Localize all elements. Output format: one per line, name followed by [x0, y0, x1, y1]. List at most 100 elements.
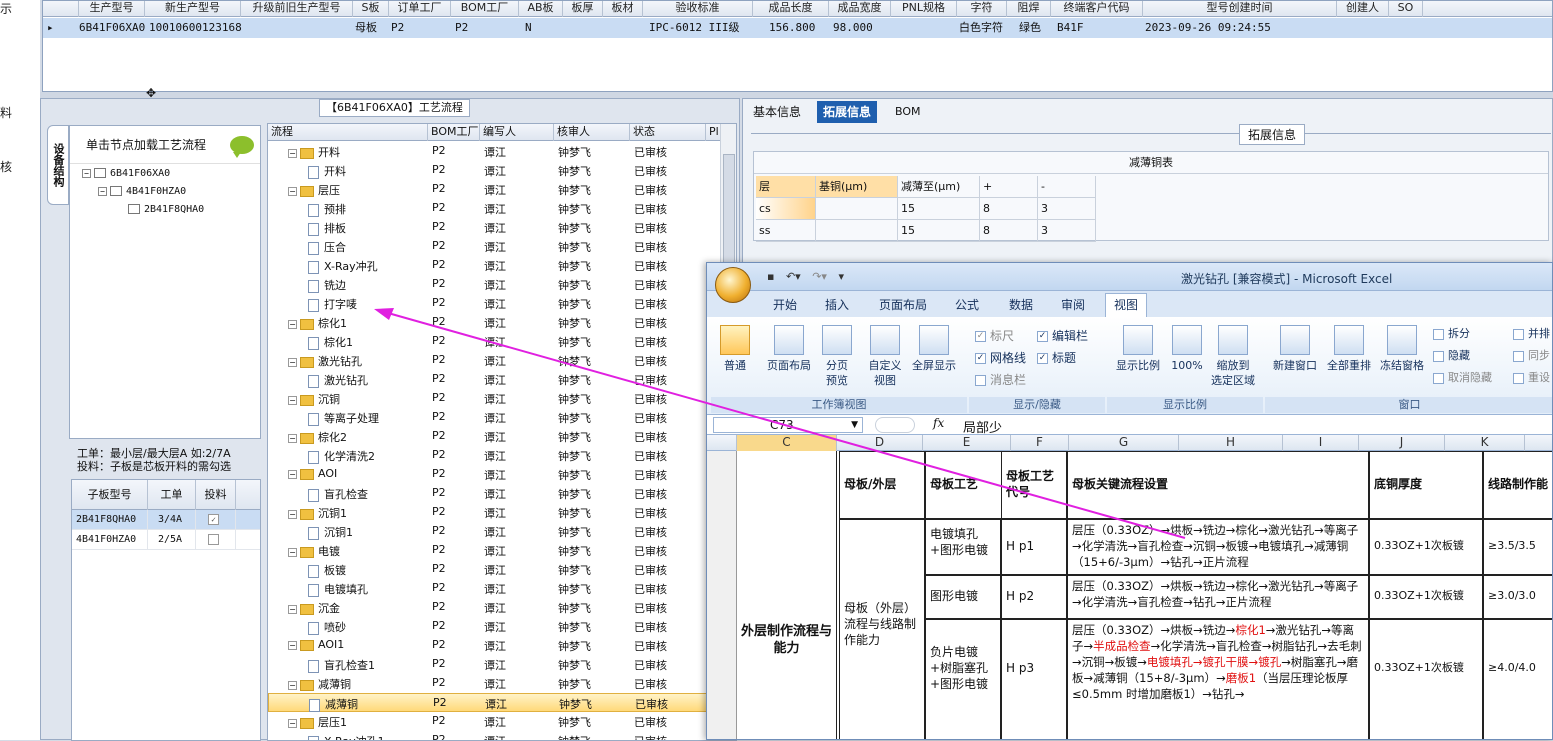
process-row[interactable]: 等离子处理P2谭江钟梦飞已审核: [268, 408, 718, 427]
process-name[interactable]: −激光钻孔: [288, 353, 362, 369]
col-header[interactable]: 投料: [196, 480, 236, 510]
status-cell[interactable]: 已审核: [634, 372, 667, 388]
col-header[interactable]: 板材: [603, 1, 643, 17]
status-cell[interactable]: 已审核: [634, 391, 667, 407]
col-header[interactable]: SO: [1389, 1, 1423, 17]
collapse-icon[interactable]: −: [288, 548, 297, 557]
writer-cell[interactable]: 谭江: [484, 505, 506, 521]
col-j[interactable]: J: [1359, 435, 1445, 451]
col-header[interactable]: PNL规格: [891, 1, 957, 17]
writer-cell[interactable]: 谭江: [484, 581, 506, 597]
writer-cell[interactable]: 谭江: [484, 543, 506, 559]
col-header[interactable]: 工单: [148, 480, 196, 510]
col-header[interactable]: 成品宽度: [829, 1, 891, 17]
col-header[interactable]: 订单工厂: [389, 1, 451, 17]
formula-bar-checkbox[interactable]: ✓编辑栏: [1037, 327, 1088, 344]
status-cell[interactable]: 已审核: [634, 486, 667, 502]
col-d[interactable]: D: [837, 435, 923, 451]
feed-checkbox[interactable]: [208, 534, 219, 545]
collapse-icon[interactable]: −: [288, 641, 297, 650]
col-header[interactable]: 终端客户代码: [1051, 1, 1143, 17]
reduction-cell[interactable]: ss: [756, 220, 816, 242]
writer-cell[interactable]: 谭江: [484, 486, 506, 502]
process-row[interactable]: 减薄铜P2谭江钟梦飞已审核: [268, 693, 718, 712]
auditor-cell[interactable]: 钟梦飞: [558, 277, 591, 293]
col-header[interactable]: S板: [353, 1, 389, 17]
process-row[interactable]: 激光钻孔P2谭江钟梦飞已审核: [268, 370, 718, 389]
process-row[interactable]: −沉铜P2谭江钟梦飞已审核: [268, 389, 718, 408]
sub-board-row[interactable]: 2B41F8QHA0 3/4A ✓: [72, 510, 260, 530]
status-cell[interactable]: 已审核: [634, 562, 667, 578]
redo-icon[interactable]: ↷▾: [812, 270, 827, 283]
arrange-all-button[interactable]: 全部重排: [1323, 325, 1375, 373]
process-row[interactable]: 盲孔检查P2谭江钟梦飞已审核: [268, 484, 718, 503]
cell-customer[interactable]: B41F: [1057, 18, 1084, 38]
col-header[interactable]: 子板型号: [72, 480, 148, 510]
writer-cell[interactable]: 谭江: [484, 182, 506, 198]
process-row[interactable]: −沉金P2谭江钟梦飞已审核: [268, 598, 718, 617]
process-row[interactable]: −棕化1P2谭江钟梦飞已审核: [268, 313, 718, 332]
auditor-cell[interactable]: 钟梦飞: [558, 676, 591, 692]
process-row[interactable]: −沉铜1P2谭江钟梦飞已审核: [268, 503, 718, 522]
undo-icon[interactable]: ↶▾: [786, 270, 801, 283]
cell-ab[interactable]: N: [525, 18, 532, 38]
auditor-cell[interactable]: 钟梦飞: [558, 182, 591, 198]
collapse-icon[interactable]: −: [98, 187, 107, 196]
bom-cell[interactable]: P2: [432, 353, 446, 366]
process-name[interactable]: 化学清洗2: [308, 448, 375, 464]
auditor-cell[interactable]: 钟梦飞: [558, 714, 591, 730]
collapse-icon[interactable]: −: [288, 605, 297, 614]
col-i[interactable]: I: [1283, 435, 1359, 451]
cell-width[interactable]: 98.000: [833, 18, 873, 38]
process-name[interactable]: −棕化2: [288, 429, 347, 445]
process-row[interactable]: 电镀填孔P2谭江钟梦飞已审核: [268, 579, 718, 598]
col-header[interactable]: 新生产型号: [145, 1, 241, 17]
process-name[interactable]: −沉铜1: [288, 505, 347, 521]
collapse-icon[interactable]: −: [288, 358, 297, 367]
tab-page-layout[interactable]: 页面布局: [879, 296, 927, 313]
writer-cell[interactable]: 谭江: [484, 201, 506, 217]
process-name[interactable]: 板镀: [308, 562, 346, 578]
writer-cell[interactable]: 谭江: [484, 524, 506, 540]
col-f[interactable]: F: [1011, 435, 1069, 451]
bom-cell[interactable]: P2: [432, 296, 446, 309]
auditor-cell[interactable]: 钟梦飞: [558, 144, 591, 160]
tab-formulas[interactable]: 公式: [955, 296, 979, 313]
process-row[interactable]: 打字唛P2谭江钟梦飞已审核: [268, 294, 718, 313]
model-row[interactable]: ▸ 6B41F06XA0 10010600123168 母板 P2 P2 N I…: [43, 18, 1552, 38]
process-row[interactable]: 棕化1P2谭江钟梦飞已审核: [268, 332, 718, 351]
bom-cell[interactable]: P2: [432, 467, 446, 480]
bom-cell[interactable]: P2: [432, 543, 446, 556]
auditor-cell[interactable]: 钟梦飞: [558, 600, 591, 616]
process-name[interactable]: 预排: [308, 201, 346, 217]
sub-order-cell[interactable]: 3/4A: [148, 510, 196, 530]
writer-cell[interactable]: 谭江: [484, 391, 506, 407]
bom-cell[interactable]: P2: [432, 505, 446, 518]
bom-cell[interactable]: P2: [432, 486, 446, 499]
col-header[interactable]: BOM工厂: [428, 124, 480, 141]
status-cell[interactable]: 已审核: [634, 600, 667, 616]
process-name[interactable]: 排板: [308, 220, 346, 236]
split-button[interactable]: 拆分: [1433, 325, 1470, 341]
reduction-cell[interactable]: cs: [756, 198, 816, 220]
col-header[interactable]: BOM工厂: [451, 1, 519, 17]
writer-cell[interactable]: 谭江: [484, 562, 506, 578]
reduction-cell[interactable]: [816, 198, 898, 220]
process-row[interactable]: 预排P2谭江钟梦飞已审核: [268, 199, 718, 218]
save-icon[interactable]: ▪: [767, 270, 774, 283]
status-cell[interactable]: 已审核: [634, 201, 667, 217]
reduction-cell[interactable]: 3: [1038, 198, 1096, 220]
col-c[interactable]: C: [737, 435, 837, 451]
process-name[interactable]: 铣边: [308, 277, 346, 293]
writer-cell[interactable]: 谭江: [484, 600, 506, 616]
bom-cell[interactable]: P2: [432, 524, 446, 537]
bom-cell[interactable]: P2: [432, 448, 446, 461]
process-row[interactable]: 板镀P2谭江钟梦飞已审核: [268, 560, 718, 579]
process-name[interactable]: 盲孔检查1: [308, 657, 375, 673]
full-screen-button[interactable]: 全屏显示: [907, 325, 961, 373]
writer-cell[interactable]: 谭江: [484, 353, 506, 369]
process-row[interactable]: −层压P2谭江钟梦飞已审核: [268, 180, 718, 199]
auditor-cell[interactable]: 钟梦飞: [558, 581, 591, 597]
flow-cell[interactable]: 层压（0.33OZ）→烘板→铣边→棕化→激光钻孔→等离子→化学清洗→盲孔检查→钻…: [1067, 575, 1369, 619]
collapse-icon[interactable]: −: [288, 149, 297, 158]
